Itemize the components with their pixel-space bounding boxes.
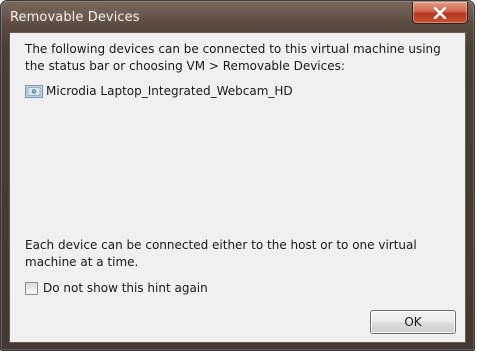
- dont-show-hint-checkbox[interactable]: [25, 281, 38, 295]
- removable-devices-dialog: Removable Devices The following devices …: [0, 0, 475, 351]
- dont-show-hint-label[interactable]: Do not show this hint again: [43, 281, 208, 295]
- ok-button[interactable]: OK: [370, 310, 456, 334]
- intro-text: The following devices can be connected t…: [25, 42, 441, 73]
- close-icon: [433, 6, 447, 19]
- webcam-device-icon: [25, 84, 43, 98]
- title-bar[interactable]: Removable Devices: [1, 1, 474, 33]
- hint-text: Each device can be connected either to t…: [25, 238, 417, 269]
- close-button[interactable]: [412, 2, 468, 24]
- device-label: Microdia Laptop_Integrated_Webcam_HD: [46, 84, 293, 98]
- window-title: Removable Devices: [10, 10, 140, 25]
- dialog-content: The following devices can be connected t…: [9, 32, 466, 343]
- device-list-item[interactable]: Microdia Laptop_Integrated_Webcam_HD: [25, 81, 293, 101]
- dont-show-hint-option[interactable]: Do not show this hint again: [25, 279, 208, 297]
